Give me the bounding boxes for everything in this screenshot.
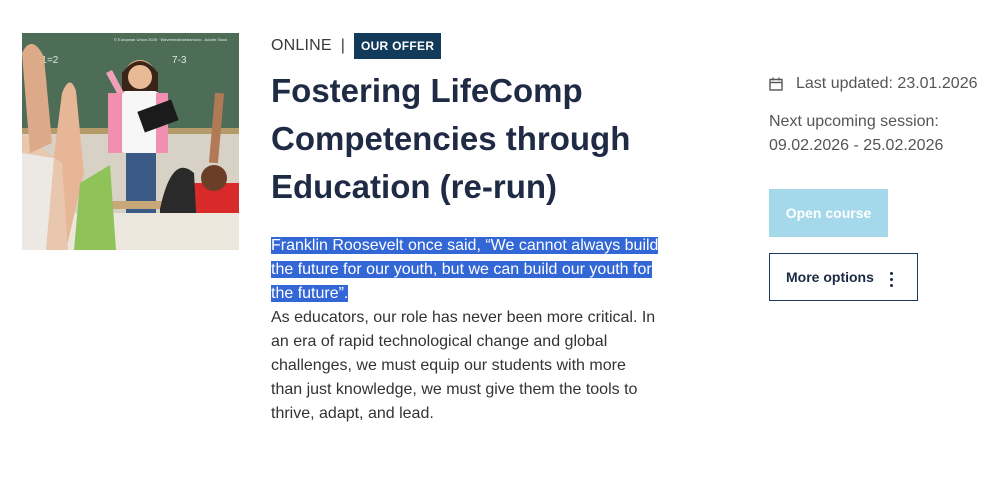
offer-badge: OUR OFFER — [353, 32, 442, 59]
classroom-illustration: © European Union 2026 · Wavebreakmediami… — [22, 33, 239, 250]
more-options-label: More options — [786, 269, 874, 285]
delivery-mode: ONLINE — [271, 36, 332, 54]
course-sidebar: Last updated: 23.01.2026 Next upcoming s… — [769, 72, 989, 158]
open-course-button[interactable]: Open course — [769, 189, 888, 237]
last-updated-text: Last updated: 23.01.2026 — [796, 75, 978, 92]
meta-separator: | — [340, 36, 345, 54]
calendar-icon — [769, 77, 783, 91]
image-watermark: © European Union 2026 · Wavebreakmediami… — [114, 37, 227, 42]
last-updated: Last updated: 23.01.2026 — [769, 72, 989, 96]
course-title[interactable]: Fostering LifeComp Competencies through … — [271, 67, 671, 211]
more-options-button[interactable]: More options — [769, 253, 918, 301]
course-image[interactable]: © European Union 2026 · Wavebreakmediami… — [22, 33, 239, 250]
description-text: As educators, our role has never been mo… — [271, 309, 656, 422]
next-session-dates: 09.02.2026 - 25.02.2026 — [769, 137, 944, 154]
next-session-label: Next upcoming session: — [769, 113, 939, 130]
course-meta: ONLINE | OUR OFFER — [271, 32, 442, 59]
course-description: Franklin Roosevelt once said, “We cannot… — [271, 234, 661, 426]
next-session: Next upcoming session: 09.02.2026 - 25.0… — [769, 110, 989, 158]
kebab-menu-icon — [889, 267, 893, 287]
chalk-scribble: 7-3 — [172, 55, 187, 66]
selected-text: Franklin Roosevelt once said, “We cannot… — [271, 237, 659, 302]
